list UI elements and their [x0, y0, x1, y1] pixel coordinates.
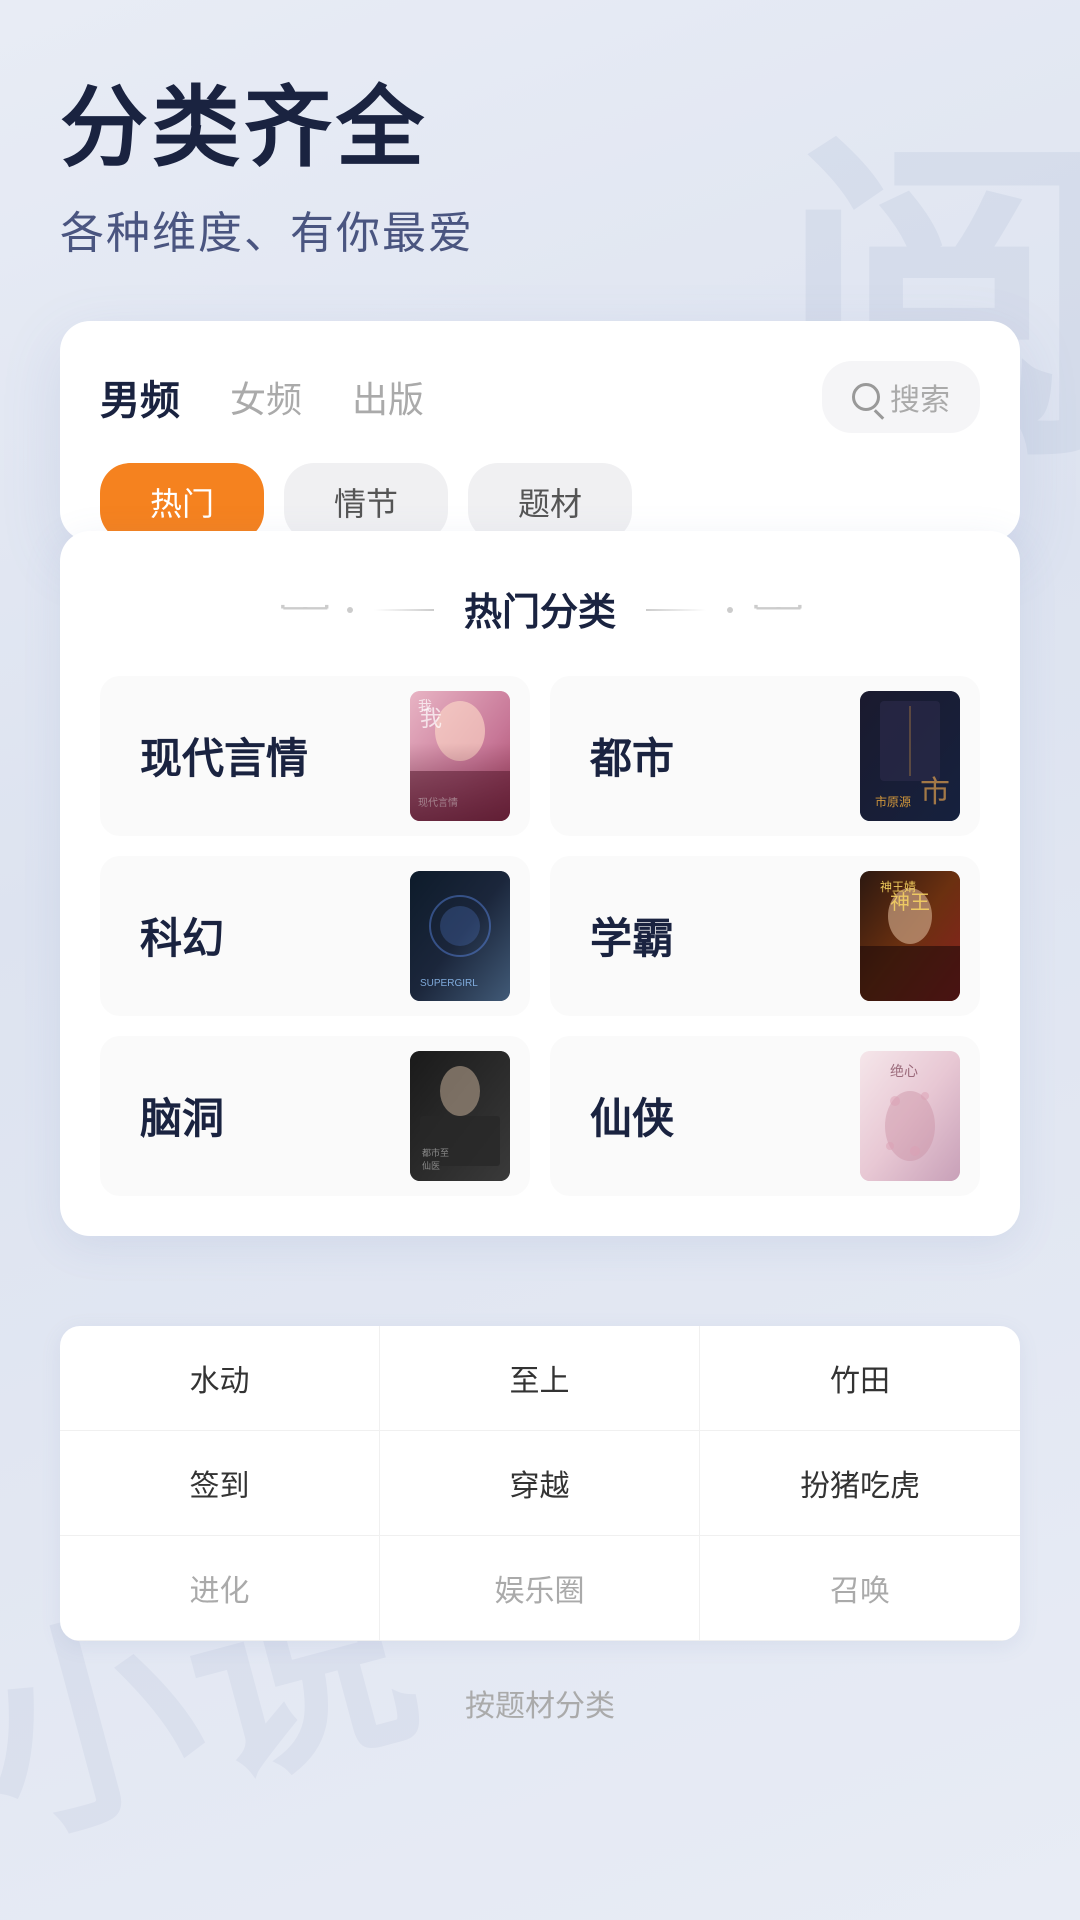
category-item-dushi[interactable]: 都市 市原源 — [550, 676, 980, 836]
filter-plot[interactable]: 情节 — [284, 463, 448, 541]
cat-cell-zhaohu[interactable]: 召唤 — [700, 1536, 1020, 1641]
category-item-naodong[interactable]: 脑洞 都市至 — [100, 1036, 530, 1196]
page-content: 分类齐全 各种维度、有你最爱 男频 女频 出版 搜索 热门 情节 题材 — [0, 0, 1080, 1296]
cat-cell-qiandao[interactable]: 签到 — [60, 1431, 380, 1536]
cover-image-xiandai: 我 现代言情 — [410, 691, 510, 821]
deco-line-left — [374, 609, 434, 611]
cat-cell-chuanyue[interactable]: 穿越 — [380, 1431, 700, 1536]
filter-theme[interactable]: 题材 — [468, 463, 632, 541]
cat-text-jinhua: 进化 — [190, 1575, 250, 1608]
deco-dot-left — [347, 607, 353, 613]
deco-dot-right — [727, 607, 733, 613]
svg-text:都市至: 都市至 — [422, 1147, 449, 1158]
filter-hot[interactable]: 热门 — [100, 463, 264, 541]
deco-line-right — [646, 609, 706, 611]
cover-image-xueba: 神王婧 — [860, 871, 960, 1001]
category-name-xueba: 学霸 — [590, 905, 674, 966]
cat-text-chuanyue: 穿越 — [510, 1470, 570, 1503]
cat-text-yulelequan: 娱乐圈 — [495, 1575, 585, 1608]
category-item-xianxia[interactable]: 仙侠 绝心 — [550, 1036, 980, 1196]
hot-panel-title-text: 热门分类 — [464, 581, 616, 636]
svg-text:绝心: 绝心 — [890, 1063, 918, 1079]
theme-classify-button[interactable]: 按题材分类 — [60, 1641, 1020, 1765]
category-name-dushi: 都市 — [590, 725, 674, 786]
hero-title: 分类齐全 — [60, 80, 1020, 177]
svg-text:神王婧: 神王婧 — [880, 879, 916, 894]
category-item-xueba[interactable]: 学霸 — [550, 856, 980, 1016]
cover-image-naodong: 都市至 仙医 — [410, 1051, 510, 1181]
cat-cell-zhishang[interactable]: 至上 — [380, 1326, 700, 1431]
category-cover-naodong: 都市至 仙医 — [410, 1051, 510, 1181]
category-name-xiandai: 现代言情 — [140, 725, 308, 786]
filter-tabs: 热门 情节 题材 — [100, 463, 980, 541]
category-cover-xianxia: 绝心 — [860, 1051, 960, 1181]
secondary-section: 水动 至上 竹田 签到 穿越 扮猪吃虎 进化 娱乐圈 召唤 按题材分类 — [0, 1296, 1080, 1795]
tab-publish[interactable]: 出版 — [352, 371, 424, 423]
cat-cell-banzhu[interactable]: 扮猪吃虎 — [700, 1431, 1020, 1536]
svg-text:仙医: 仙医 — [422, 1160, 440, 1171]
cover-image-kehuan: SUPERGIRL — [410, 871, 510, 1001]
cat-cell-jinhua[interactable]: 进化 — [60, 1536, 380, 1641]
cat-text-banzhu: 扮猪吃虎 — [800, 1470, 920, 1503]
category-cover-kehuan: SUPERGIRL — [410, 871, 510, 1001]
svg-text:SUPERGIRL: SUPERGIRL — [420, 978, 478, 989]
category-name-xianxia: 仙侠 — [590, 1085, 674, 1146]
cat-cell-yulelequan[interactable]: 娱乐圈 — [380, 1536, 700, 1641]
category-cover-dushi: 市原源 — [860, 691, 960, 821]
title-deco-right — [636, 587, 733, 630]
tab-bar: 男频 女频 出版 搜索 — [100, 361, 980, 433]
hot-panel-title: 热门分类 — [100, 581, 980, 636]
category-item-kehuan[interactable]: 科幻 — [100, 856, 530, 1016]
category-cover-xueba: 神王婧 — [860, 871, 960, 1001]
cat-cell-shuidong[interactable]: 水动 — [60, 1326, 380, 1431]
cat-text-shuidong: 水动 — [190, 1365, 250, 1398]
search-icon — [852, 383, 880, 411]
theme-classify-label: 按题材分类 — [465, 1690, 615, 1723]
category-item-xiandai[interactable]: 现代言情 — [100, 676, 530, 836]
search-label: 搜索 — [890, 375, 950, 419]
hero-section: 分类齐全 各种维度、有你最爱 — [60, 80, 1020, 261]
cat-text-zhutian: 竹田 — [830, 1365, 890, 1398]
title-deco-left — [347, 587, 444, 630]
cat-text-qiandao: 签到 — [190, 1470, 250, 1503]
hero-subtitle: 各种维度、有你最爱 — [60, 197, 1020, 261]
category-cover-xiandai: 我 现代言情 — [410, 691, 510, 821]
cover-image-dushi: 市原源 — [860, 691, 960, 821]
search-button[interactable]: 搜索 — [822, 361, 980, 433]
svg-text:市原源: 市原源 — [875, 794, 911, 809]
category-row: 水动 至上 竹田 签到 穿越 扮猪吃虎 进化 娱乐圈 召唤 — [60, 1326, 1020, 1641]
category-name-kehuan: 科幻 — [140, 905, 224, 966]
cat-text-zhishang: 至上 — [510, 1365, 570, 1398]
cat-cell-zhutian[interactable]: 竹田 — [700, 1326, 1020, 1431]
svg-text:现代言情: 现代言情 — [418, 796, 458, 809]
svg-text:我: 我 — [418, 698, 432, 714]
category-name-naodong: 脑洞 — [140, 1085, 224, 1146]
tab-male[interactable]: 男频 — [100, 368, 180, 426]
category-grid: 现代言情 — [100, 676, 980, 1196]
cat-text-zhaohu: 召唤 — [830, 1575, 890, 1608]
hot-panel: 热门分类 现代言情 — [60, 531, 1020, 1236]
tab-female[interactable]: 女频 — [230, 371, 302, 423]
app-card: 男频 女频 出版 搜索 热门 情节 题材 — [60, 321, 1020, 541]
cover-image-xianxia: 绝心 — [860, 1051, 960, 1181]
